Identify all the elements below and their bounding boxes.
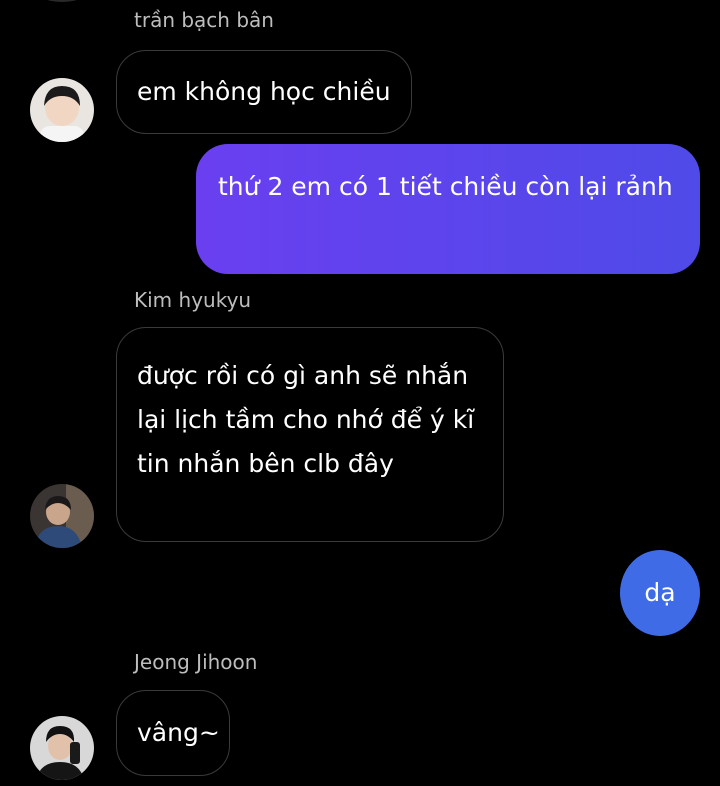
sender-name: Kim hyukyu <box>134 288 252 312</box>
sender-name: Jeong Jihoon <box>134 650 258 674</box>
avatar-photo <box>30 716 94 780</box>
message-bubble[interactable]: em không học chiều <box>116 50 412 134</box>
avatar-photo <box>30 78 94 142</box>
message-bubble[interactable]: vâng~ <box>116 690 230 776</box>
outgoing-message-bubble[interactable]: thứ 2 em có 1 tiết chiều còn lại rảnh <box>196 144 700 274</box>
avatar-photo <box>30 484 94 548</box>
avatar[interactable] <box>30 78 94 142</box>
message-bubble[interactable]: được rồi có gì anh sẽ nhắn lại lịch tầm … <box>116 327 504 542</box>
sender-name: trần bạch bân <box>134 8 274 32</box>
avatar[interactable] <box>30 716 94 780</box>
avatar[interactable] <box>30 484 94 548</box>
outgoing-message-bubble[interactable]: dạ <box>620 550 700 636</box>
cut-off-avatar <box>30 0 94 2</box>
